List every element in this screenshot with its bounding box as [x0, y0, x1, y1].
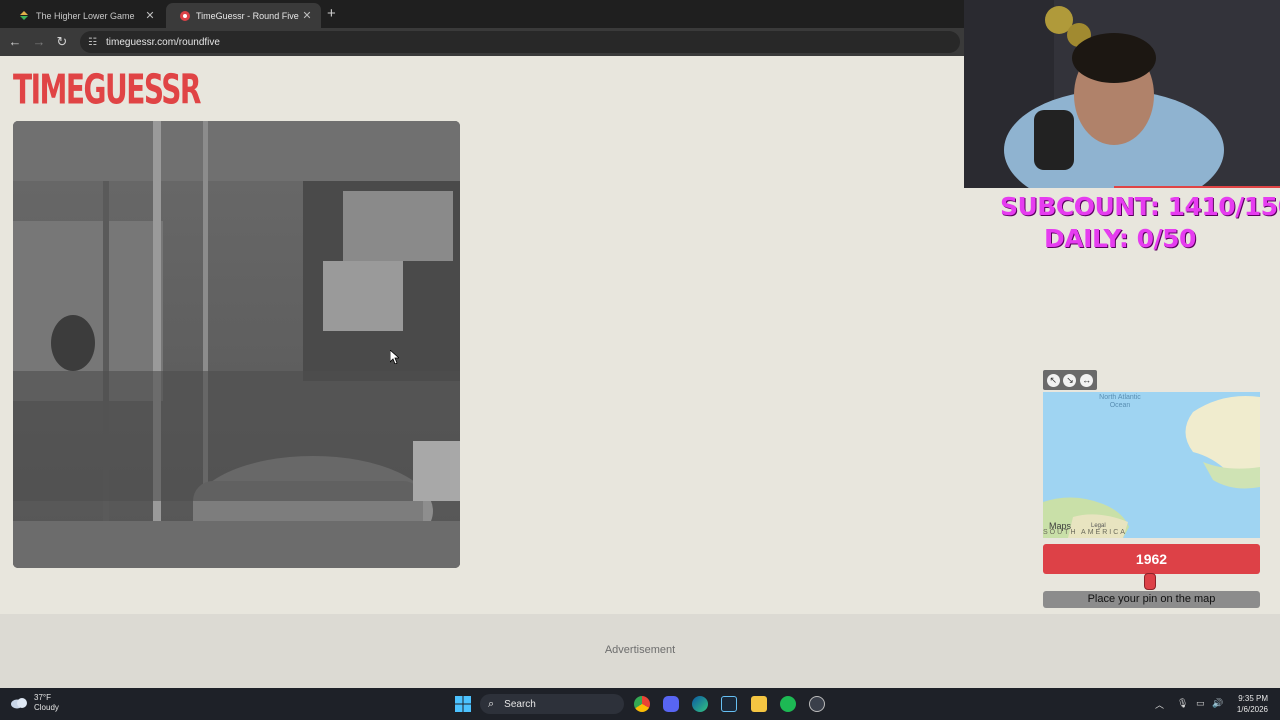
search-icon: ⌕ — [488, 697, 495, 710]
taskbar-search[interactable]: ⌕ Search — [480, 694, 624, 714]
new-tab-button[interactable]: + — [327, 5, 336, 22]
clock-time: 9:35 PM — [1238, 694, 1268, 703]
timeguessr-logo[interactable]: TIMEGUESSR — [13, 66, 202, 114]
weather-temp: 37°F — [34, 693, 51, 702]
tab-title: TimeGuessr - Round Five — [196, 10, 299, 21]
tray-overflow-icon[interactable]: ︿ — [1155, 698, 1164, 711]
weather-widget[interactable]: 37°F Cloudy — [10, 693, 59, 713]
steam-icon[interactable] — [721, 696, 737, 712]
site-info-icon[interactable]: ☷ — [88, 37, 100, 48]
system-clock[interactable]: 9:35 PM 1/6/2026 — [1224, 693, 1268, 715]
reload-icon[interactable]: ↻ — [54, 34, 70, 50]
tab-higher-lower[interactable]: The Higher Lower Game ✕ — [6, 3, 164, 28]
clock-date: 1/6/2026 — [1236, 705, 1268, 714]
app-icon[interactable] — [809, 696, 825, 712]
microphone-icon[interactable]: 🎙 — [1177, 698, 1188, 709]
network-icon[interactable]: ▭ — [1196, 698, 1205, 709]
url-text: timeguessr.com/roundfive — [106, 36, 220, 48]
mouse-cursor-icon — [389, 349, 401, 369]
tab-title: The Higher Lower Game — [36, 10, 135, 21]
file-explorer-icon[interactable] — [751, 696, 767, 712]
forward-arrow-icon[interactable]: → — [31, 34, 47, 49]
world-map[interactable]: North Atlantic Ocean Maps Legal SOUTH AM… — [1043, 392, 1260, 538]
guess-map-widget: ↖ ↘ ↔ North Atlantic Ocean Maps Legal SO… — [1043, 370, 1260, 538]
weather-condition: Cloudy — [34, 703, 59, 712]
daily-overlay: DAILY: 0/50 — [1044, 224, 1196, 253]
continent-label: SOUTH AMERICA — [1043, 529, 1127, 536]
higher-lower-favicon-icon — [20, 11, 28, 20]
ocean-label: North Atlantic Ocean — [1099, 394, 1141, 409]
edge-icon[interactable] — [692, 696, 708, 712]
subcount-overlay: SUBCOUNT: 1410/1500 — [1000, 192, 1280, 221]
chrome-icon[interactable] — [634, 696, 650, 712]
cloud-icon — [11, 698, 27, 709]
round-photo — [13, 121, 460, 568]
map-controls: ↖ ↘ ↔ — [1043, 370, 1097, 390]
taskbar: 37°F Cloudy ⌕ Search ︿ 🎙 ▭ 🔊 9:35 PM 1/6… — [0, 688, 1280, 720]
advertisement-label: Advertisement — [604, 644, 676, 656]
year-slider-value[interactable]: 1962 — [1043, 544, 1260, 574]
tab-close-icon[interactable]: ✕ — [144, 9, 156, 22]
spotify-icon[interactable] — [780, 696, 796, 712]
webcam-overlay — [964, 0, 1280, 188]
timeguessr-favicon-icon — [180, 11, 190, 21]
back-arrow-icon[interactable]: ← — [7, 34, 23, 49]
windows-start-icon[interactable] — [455, 696, 471, 712]
address-bar[interactable]: ☷ timeguessr.com/roundfive — [80, 31, 960, 53]
map-shrink-icon[interactable]: ↘ — [1063, 373, 1077, 387]
tab-timeguessr[interactable]: TimeGuessr - Round Five ✕ — [166, 3, 321, 28]
volume-icon[interactable]: 🔊 — [1212, 698, 1223, 709]
map-expand-icon[interactable]: ↖ — [1046, 373, 1060, 387]
map-pin-icon[interactable]: ↔ — [1080, 373, 1094, 387]
place-pin-button[interactable]: Place your pin on the map — [1043, 591, 1260, 608]
tab-close-icon[interactable]: ✕ — [301, 9, 313, 22]
advertisement-area: Advertisement — [0, 614, 1280, 688]
discord-icon[interactable] — [663, 696, 679, 712]
search-label: Search — [504, 698, 536, 710]
year-slider-handle[interactable] — [1144, 573, 1156, 590]
